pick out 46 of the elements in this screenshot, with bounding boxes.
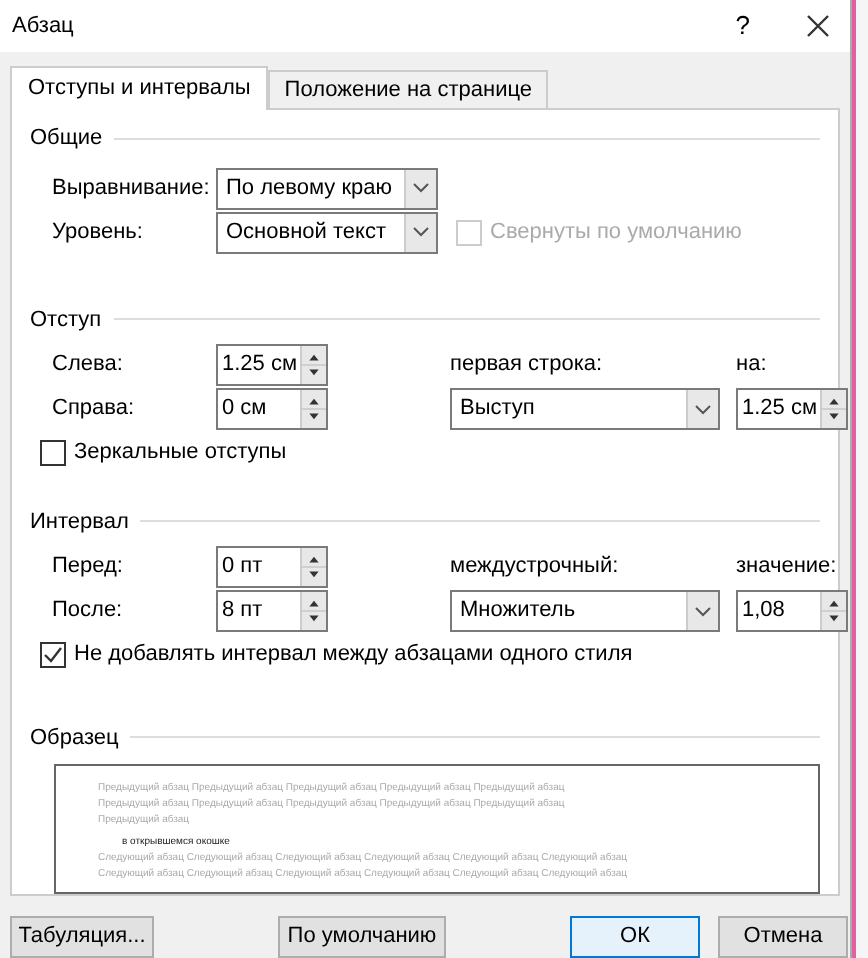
checkbox-label: Зеркальные отступы	[74, 438, 287, 468]
checkbox-label: Не добавлять интервал между абзацами одного стиля	[74, 640, 633, 670]
tab[interactable]: Отступы и интервалы	[10, 66, 269, 110]
checkbox[interactable]	[40, 439, 66, 466]
chevron-icon	[404, 213, 436, 251]
window-title: Абзац	[12, 11, 76, 42]
close-icon[interactable]	[806, 14, 830, 38]
field-label: Выравнивание:	[52, 173, 212, 204]
dropdown[interactable]: Множитель	[450, 590, 720, 632]
dialog-button[interactable]: По умолчанию	[278, 916, 446, 958]
spin-field[interactable]: 1.25 см	[216, 344, 328, 386]
help-button[interactable]: ?	[735, 6, 750, 46]
dialog-button[interactable]: Отмена	[718, 916, 848, 958]
field-label: Справа:	[52, 394, 137, 425]
field-label: на:	[736, 350, 769, 381]
spin-field[interactable]: 8 пт	[216, 590, 328, 632]
field-label: Уровень:	[52, 217, 145, 248]
field-label: значение:	[736, 552, 839, 583]
checkbox-label: Свернуты по умолчанию	[490, 217, 742, 248]
spin-arrows-icon	[300, 592, 326, 630]
tab[interactable]: Положение на странице	[268, 70, 549, 108]
spin-field[interactable]: 0 пт	[216, 546, 328, 588]
spin-arrows-icon	[300, 390, 326, 428]
chevron-icon	[686, 592, 718, 630]
dialog-button[interactable]: ОК	[570, 916, 700, 958]
section-title: Общие	[30, 124, 103, 154]
field-label: междустрочный:	[450, 552, 621, 583]
section-title: Отступ	[30, 305, 102, 335]
spin-arrows-icon	[300, 346, 326, 384]
field-label: После:	[52, 596, 125, 627]
section-title: Интервал	[30, 507, 129, 537]
spin-arrows-icon	[300, 548, 326, 586]
field-label: Перед:	[52, 552, 125, 583]
field-label: первая строка:	[450, 350, 605, 381]
section-title: Образец	[30, 723, 119, 753]
checkbox[interactable]	[40, 641, 66, 668]
spin-field[interactable]: 1.25 см	[736, 388, 848, 430]
dropdown[interactable]: Основной текст	[216, 211, 438, 253]
spin-field[interactable]: 0 см	[216, 388, 328, 430]
dropdown[interactable]: Выступ	[450, 388, 720, 430]
spin-field[interactable]: 1,08	[736, 590, 848, 632]
chevron-icon	[404, 169, 436, 207]
chevron-icon	[686, 390, 718, 428]
field-label: Слева:	[52, 350, 125, 381]
dropdown[interactable]: По левому краю	[216, 167, 438, 209]
dialog-button[interactable]: Табуляция...	[10, 916, 154, 958]
